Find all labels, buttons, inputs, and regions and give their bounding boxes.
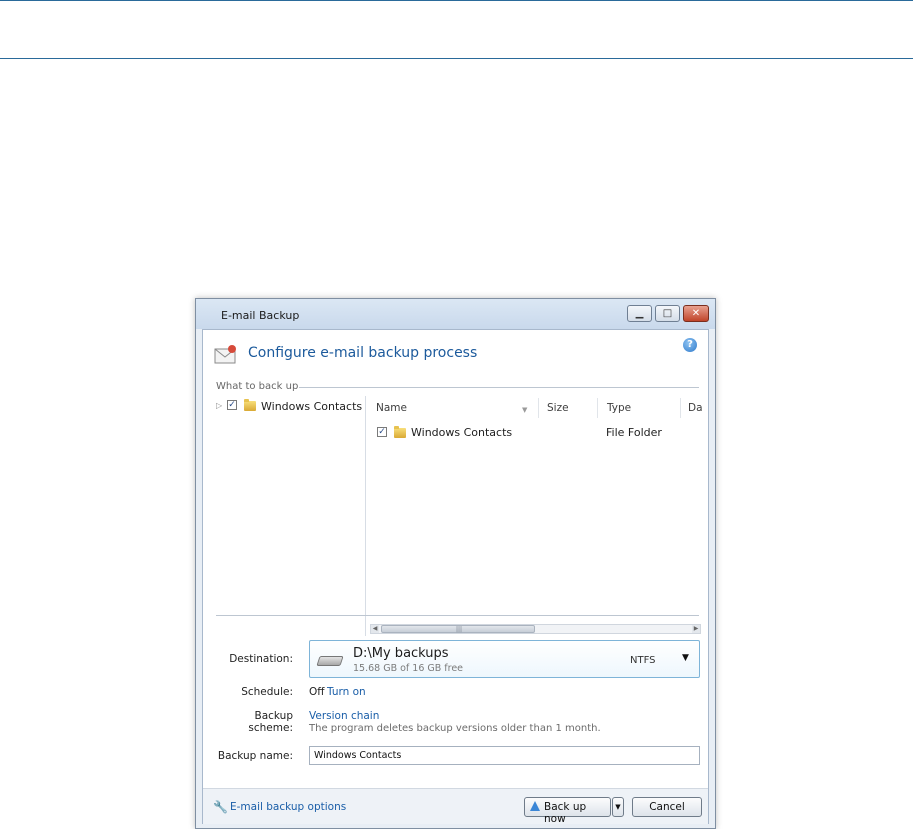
backup-scheme-label: Backup scheme:	[248, 710, 293, 734]
destination-label: Destination:	[229, 653, 293, 665]
column-separator[interactable]	[597, 398, 598, 418]
column-separator[interactable]	[680, 398, 681, 418]
file-list: Name ▼ Size Type Da ✓ Windows Contacts F…	[366, 396, 703, 636]
turn-on-link[interactable]: Turn on	[327, 686, 366, 698]
sort-arrow-icon: ▼	[522, 406, 528, 414]
back-up-now-button[interactable]: Back up now	[524, 797, 611, 825]
column-separator[interactable]	[538, 398, 539, 418]
row-name: Windows Contacts	[411, 426, 513, 439]
section-divider	[216, 615, 699, 616]
hard-drive-icon	[316, 656, 344, 666]
schedule-state: Off	[309, 686, 325, 698]
expand-arrow-icon[interactable]: ▷	[216, 401, 222, 410]
email-backup-icon	[214, 345, 236, 364]
folder-icon	[244, 399, 256, 411]
grip-icon: |||	[456, 626, 463, 633]
horizontal-scrollbar[interactable]: ◀ ||| ▶	[370, 624, 701, 634]
source-tree: ▷ ✓ Windows Contacts	[216, 399, 366, 609]
email-backup-options-link[interactable]: E-mail backup options	[230, 801, 346, 813]
title-bar[interactable]: E-mail Backup ▁ □ ✕	[196, 299, 715, 329]
destination-path: D:\My backups	[353, 646, 449, 661]
schedule-label: Schedule:	[241, 686, 293, 698]
chevron-down-icon[interactable]: ▼	[682, 653, 689, 663]
page-title: Configure e-mail backup process	[248, 345, 478, 361]
column-header-name[interactable]: Name	[376, 402, 407, 414]
window-title: E-mail Backup	[221, 309, 300, 322]
up-arrow-icon	[530, 801, 540, 811]
header-rule	[0, 58, 913, 59]
destination-free-space: 15.68 GB of 16 GB free	[353, 663, 464, 674]
section-label-what-to-back-up: What to back up	[216, 381, 299, 392]
tree-item-checkbox[interactable]: ✓	[227, 400, 237, 410]
cancel-button[interactable]: Cancel	[632, 797, 702, 817]
column-header-type[interactable]: Type	[607, 402, 631, 414]
scroll-right-icon[interactable]: ▶	[692, 625, 700, 633]
folder-icon	[394, 426, 406, 438]
back-up-now-label: Back up now	[544, 801, 587, 825]
column-header-date[interactable]: Da	[688, 402, 703, 414]
close-button[interactable]: ✕	[683, 305, 709, 322]
top-rule	[0, 0, 913, 1]
email-backup-window: E-mail Backup ▁ □ ✕ Configure e-mail bac…	[195, 298, 716, 829]
maximize-button[interactable]: □	[655, 305, 680, 322]
tree-item-label[interactable]: Windows Contacts	[261, 400, 362, 413]
scrollbar-thumb[interactable]: |||	[381, 625, 535, 633]
row-checkbox[interactable]: ✓	[377, 427, 387, 437]
backup-name-input[interactable]	[309, 746, 700, 765]
help-icon[interactable]: ?	[683, 338, 697, 352]
minimize-button[interactable]: ▁	[627, 305, 652, 322]
destination-filesystem: NTFS	[630, 655, 656, 666]
section-divider	[299, 387, 699, 388]
backup-name-label: Backup name:	[217, 750, 293, 762]
row-type: File Folder	[606, 426, 662, 439]
column-header-size[interactable]: Size	[547, 402, 569, 414]
footer-bar: 🔧 E-mail backup options Back up now ▼ Ca…	[203, 788, 708, 825]
dialog-body: Configure e-mail backup process ? What t…	[202, 329, 709, 825]
version-chain-link[interactable]: Version chain	[309, 710, 379, 722]
scroll-left-icon[interactable]: ◀	[371, 625, 379, 633]
destination-selector[interactable]: D:\My backups 15.68 GB of 16 GB free NTF…	[309, 640, 700, 678]
back-up-options-dropdown[interactable]: ▼	[612, 797, 624, 817]
wrench-icon: 🔧	[213, 800, 228, 814]
scheme-description: The program deletes backup versions olde…	[309, 723, 601, 734]
